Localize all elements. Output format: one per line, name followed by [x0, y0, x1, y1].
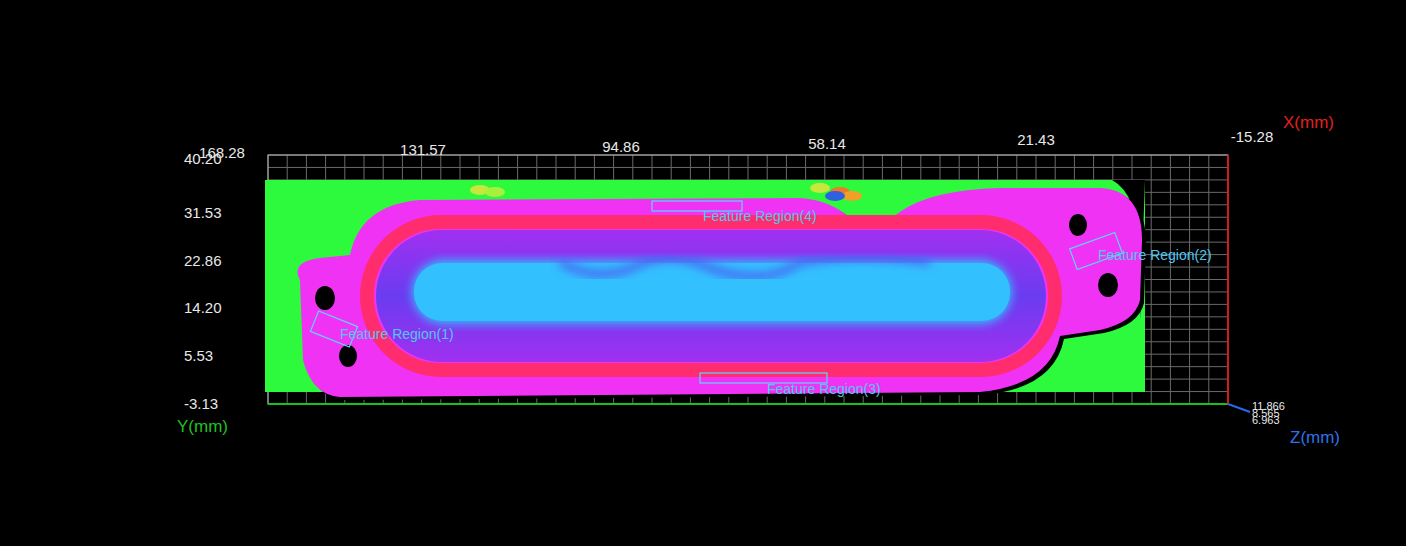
grid-line: [268, 404, 1228, 405]
feature-region-label: Feature Region(1): [340, 326, 454, 342]
axis-tick: 14.20: [184, 299, 222, 316]
grid-line: [268, 167, 1228, 168]
z-axis-label: Z(mm): [1290, 428, 1340, 447]
feature-region-label: Feature Region(4): [703, 208, 817, 224]
axis-tick: -3.13: [184, 395, 218, 412]
viewer-canvas[interactable]: Feature Region(1) Feature Region(2) Featur…: [0, 0, 1406, 546]
axis-tick: 5.53: [184, 347, 213, 364]
hole: [1098, 273, 1118, 297]
part-cloud: [265, 180, 1146, 400]
hole: [339, 345, 357, 367]
noise-speck: [810, 183, 830, 193]
y-axis-line: [268, 403, 1228, 405]
x-axis-label: X(mm): [1283, 113, 1334, 132]
feature-region[interactable]: Feature Region(3): [700, 373, 881, 397]
point-cloud-view[interactable]: Feature Region(1) Feature Region(2) Featur…: [0, 0, 1406, 546]
cavity-wall: [376, 230, 1046, 362]
axis-tick: 22.86: [184, 252, 222, 269]
axis-tick: -15.28: [1231, 128, 1274, 145]
floor-bumps: [560, 257, 930, 277]
feature-region[interactable]: Feature Region(1): [310, 311, 453, 347]
feature-region-label: Feature Region(3): [767, 381, 881, 397]
feature-region-label: Feature Region(2): [1098, 247, 1212, 263]
red-ring: [367, 222, 1055, 370]
noise-speck: [485, 187, 505, 197]
axis-tick: 131.57: [400, 141, 446, 158]
hole: [315, 286, 335, 310]
noise-speck: [825, 191, 845, 201]
part-flange: [298, 188, 1143, 397]
y-axis-label: Y(mm): [177, 417, 228, 436]
grid-line: [1228, 155, 1229, 404]
axis-tick: 21.43: [1017, 131, 1055, 148]
feature-region[interactable]: Feature Region(2): [1070, 232, 1212, 269]
axis-tick: 31.53: [184, 204, 222, 221]
feature-region[interactable]: Feature Region(4): [652, 201, 817, 224]
axis-tick: 6.963: [1252, 414, 1280, 426]
axis-tick: 58.14: [808, 135, 846, 152]
axis-tick: 40.20: [184, 150, 222, 167]
hole: [1069, 214, 1087, 236]
z-axis-line: [1228, 404, 1250, 412]
x-axis-line: [1227, 155, 1229, 404]
axis-tick: 94.86: [602, 138, 640, 155]
